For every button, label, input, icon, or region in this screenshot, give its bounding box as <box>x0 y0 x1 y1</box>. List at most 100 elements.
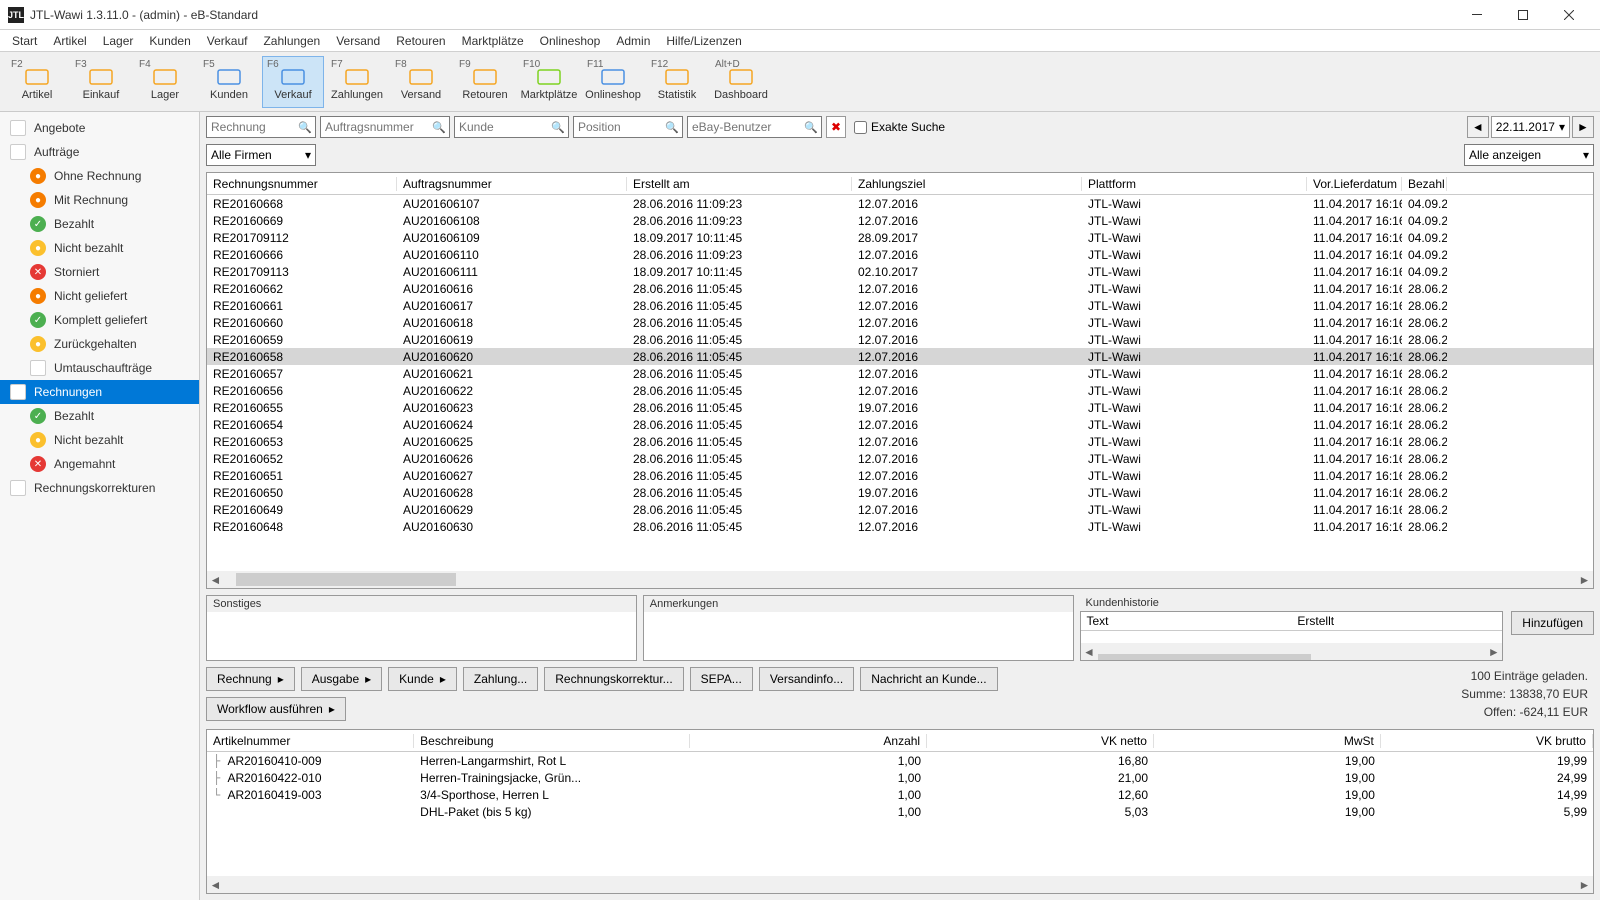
toolbar-statistik[interactable]: F12 Statistik <box>646 56 708 108</box>
toolbar-versand[interactable]: F8 Versand <box>390 56 452 108</box>
sidebar-item-nicht-bezahlt[interactable]: ●Nicht bezahlt <box>0 236 199 260</box>
toolbar-kunden[interactable]: F5 Kunden <box>198 56 260 108</box>
action-sepa-[interactable]: SEPA... <box>690 667 753 691</box>
sidebar-item-ohne-rechnung[interactable]: ●Ohne Rechnung <box>0 164 199 188</box>
search-position[interactable]: 🔍 <box>573 116 683 138</box>
sidebar-item-angemahnt[interactable]: ✕Angemahnt <box>0 452 199 476</box>
table-row[interactable]: RE20160652AU2016062628.06.2016 11:05:451… <box>207 450 1593 467</box>
table-row[interactable]: RE201709112AU20160610918.09.2017 10:11:4… <box>207 229 1593 246</box>
action-ausgabe[interactable]: Ausgabe▸ <box>301 667 382 691</box>
toolbar-lager[interactable]: F4 Lager <box>134 56 196 108</box>
toolbar-zahlungen[interactable]: F7 Zahlungen <box>326 56 388 108</box>
date-field[interactable]: 22.11.2017▾ <box>1491 116 1570 138</box>
sidebar-item-mit-rechnung[interactable]: ●Mit Rechnung <box>0 188 199 212</box>
toolbar-einkauf[interactable]: F3 Einkauf <box>70 56 132 108</box>
action-versandinfo-[interactable]: Versandinfo... <box>759 667 854 691</box>
sidebar-item-nicht-geliefert[interactable]: ●Nicht geliefert <box>0 284 199 308</box>
table-row[interactable]: RE20160650AU2016062828.06.2016 11:05:451… <box>207 484 1593 501</box>
sidebar-item-komplett-geliefert[interactable]: ✓Komplett geliefert <box>0 308 199 332</box>
menu-retouren[interactable]: Retouren <box>388 32 453 50</box>
table-row[interactable]: RE20160658AU2016062028.06.2016 11:05:451… <box>207 348 1593 365</box>
grid-body[interactable]: RE20160668AU20160610728.06.2016 11:09:23… <box>207 195 1593 571</box>
action-rechnung[interactable]: Rechnung▸ <box>206 667 295 691</box>
menu-versand[interactable]: Versand <box>328 32 388 50</box>
scroll-left-icon[interactable]: ◄ <box>1081 645 1098 659</box>
date-next-button[interactable]: ► <box>1572 116 1594 138</box>
kh-col-text[interactable]: Text <box>1081 612 1292 630</box>
table-row[interactable]: RE20160662AU2016061628.06.2016 11:05:451… <box>207 280 1593 297</box>
table-row[interactable]: RE20160660AU2016061828.06.2016 11:05:451… <box>207 314 1593 331</box>
line-item-row[interactable]: └ AR20160419-0033/4-Sporthose, Herren L1… <box>207 786 1593 803</box>
col-erstellt[interactable]: Erstellt am <box>627 177 852 191</box>
line-item-row[interactable]: DHL-Paket (bis 5 kg)1,005,0319,005,99 <box>207 803 1593 820</box>
scroll-left-icon[interactable]: ◄ <box>207 876 224 893</box>
sidebar-item-zurückgehalten[interactable]: ●Zurückgehalten <box>0 332 199 356</box>
sidebar-item-aufträge[interactable]: Aufträge <box>0 140 199 164</box>
line-items-body[interactable]: ├ AR20160410-009Herren-Langarmshirt, Rot… <box>207 752 1593 876</box>
menu-start[interactable]: Start <box>4 32 45 50</box>
table-row[interactable]: RE20160659AU2016061928.06.2016 11:05:451… <box>207 331 1593 348</box>
scroll-left-icon[interactable]: ◄ <box>207 571 224 588</box>
exact-search-checkbox[interactable] <box>854 121 867 134</box>
toolbar-verkauf[interactable]: F6 Verkauf <box>262 56 324 108</box>
scroll-thumb[interactable] <box>236 573 456 586</box>
line-items-hscroll[interactable]: ◄ ► <box>207 876 1593 893</box>
search-kunde[interactable]: 🔍 <box>454 116 569 138</box>
bcol-vkbrutto[interactable]: VK brutto <box>1381 734 1593 748</box>
menu-verkauf[interactable]: Verkauf <box>199 32 256 50</box>
toolbar-dashboard[interactable]: Alt+D Dashboard <box>710 56 772 108</box>
search-auftragsnummer-input[interactable] <box>321 117 449 137</box>
sidebar-item-bezahlt[interactable]: ✓Bezahlt <box>0 212 199 236</box>
table-row[interactable]: RE20160666AU20160611028.06.2016 11:09:23… <box>207 246 1593 263</box>
line-item-row[interactable]: ├ AR20160422-010Herren-Trainingsjacke, G… <box>207 769 1593 786</box>
maximize-button[interactable] <box>1500 0 1546 30</box>
anzeigen-combo[interactable]: Alle anzeigen▾ <box>1464 144 1594 166</box>
col-auftragsnummer[interactable]: Auftragsnummer <box>397 177 627 191</box>
action-rechnungskorrektur-[interactable]: Rechnungskorrektur... <box>544 667 683 691</box>
table-row[interactable]: RE20160651AU2016062728.06.2016 11:05:451… <box>207 467 1593 484</box>
menu-lager[interactable]: Lager <box>95 32 142 50</box>
menu-admin[interactable]: Admin <box>608 32 658 50</box>
sidebar-item-storniert[interactable]: ✕Storniert <box>0 260 199 284</box>
sidebar-item-angebote[interactable]: Angebote <box>0 116 199 140</box>
clear-search-button[interactable]: ✖ <box>826 116 846 138</box>
sidebar-item-bezahlt[interactable]: ✓Bezahlt <box>0 404 199 428</box>
search-ebay-input[interactable] <box>688 117 821 137</box>
col-zahlungsziel[interactable]: Zahlungsziel <box>852 177 1082 191</box>
col-bezahl[interactable]: Bezahl ▲ <box>1402 177 1447 191</box>
scroll-thumb[interactable] <box>1098 654 1311 661</box>
line-item-row[interactable]: ├ AR20160410-009Herren-Langarmshirt, Rot… <box>207 752 1593 769</box>
bcol-beschreibung[interactable]: Beschreibung <box>414 734 690 748</box>
table-row[interactable]: RE20160654AU2016062428.06.2016 11:05:451… <box>207 416 1593 433</box>
menu-kunden[interactable]: Kunden <box>141 32 198 50</box>
col-lieferdatum[interactable]: Vor.Lieferdatum <box>1307 177 1402 191</box>
kh-body[interactable]: ◄ ► <box>1081 631 1503 660</box>
bcol-mwst[interactable]: MwSt <box>1154 734 1381 748</box>
grid-hscrollbar[interactable]: ◄ ► <box>207 571 1593 588</box>
sidebar-item-rechnungskorrekturen[interactable]: Rechnungskorrekturen <box>0 476 199 500</box>
menu-hilfe/lizenzen[interactable]: Hilfe/Lizenzen <box>658 32 749 50</box>
toolbar-marktplätze[interactable]: F10 Marktplätze <box>518 56 580 108</box>
table-row[interactable]: RE20160648AU2016063028.06.2016 11:05:451… <box>207 518 1593 535</box>
scroll-right-icon[interactable]: ► <box>1576 571 1593 588</box>
sidebar-item-nicht-bezahlt[interactable]: ●Nicht bezahlt <box>0 428 199 452</box>
menu-marktplätze[interactable]: Marktplätze <box>454 32 532 50</box>
table-row[interactable]: RE20160655AU2016062328.06.2016 11:05:451… <box>207 399 1593 416</box>
search-rechnung[interactable]: 🔍 <box>206 116 316 138</box>
minimize-button[interactable] <box>1454 0 1500 30</box>
table-row[interactable]: RE20160668AU20160610728.06.2016 11:09:23… <box>207 195 1593 212</box>
exact-search-check[interactable]: Exakte Suche <box>854 120 945 134</box>
menu-artikel[interactable]: Artikel <box>45 32 94 50</box>
table-row[interactable]: RE20160649AU2016062928.06.2016 11:05:451… <box>207 501 1593 518</box>
toolbar-onlineshop[interactable]: F11 Onlineshop <box>582 56 644 108</box>
table-row[interactable]: RE20160657AU2016062128.06.2016 11:05:451… <box>207 365 1593 382</box>
table-row[interactable]: RE20160653AU2016062528.06.2016 11:05:451… <box>207 433 1593 450</box>
toolbar-retouren[interactable]: F9 Retouren <box>454 56 516 108</box>
search-ebay[interactable]: 🔍 <box>687 116 822 138</box>
action-kunde[interactable]: Kunde▸ <box>388 667 457 691</box>
menu-zahlungen[interactable]: Zahlungen <box>255 32 328 50</box>
date-prev-button[interactable]: ◄ <box>1467 116 1489 138</box>
bcol-vknetto[interactable]: VK netto <box>927 734 1154 748</box>
sidebar-item-rechnungen[interactable]: Rechnungen <box>0 380 199 404</box>
bcol-anzahl[interactable]: Anzahl <box>690 734 927 748</box>
